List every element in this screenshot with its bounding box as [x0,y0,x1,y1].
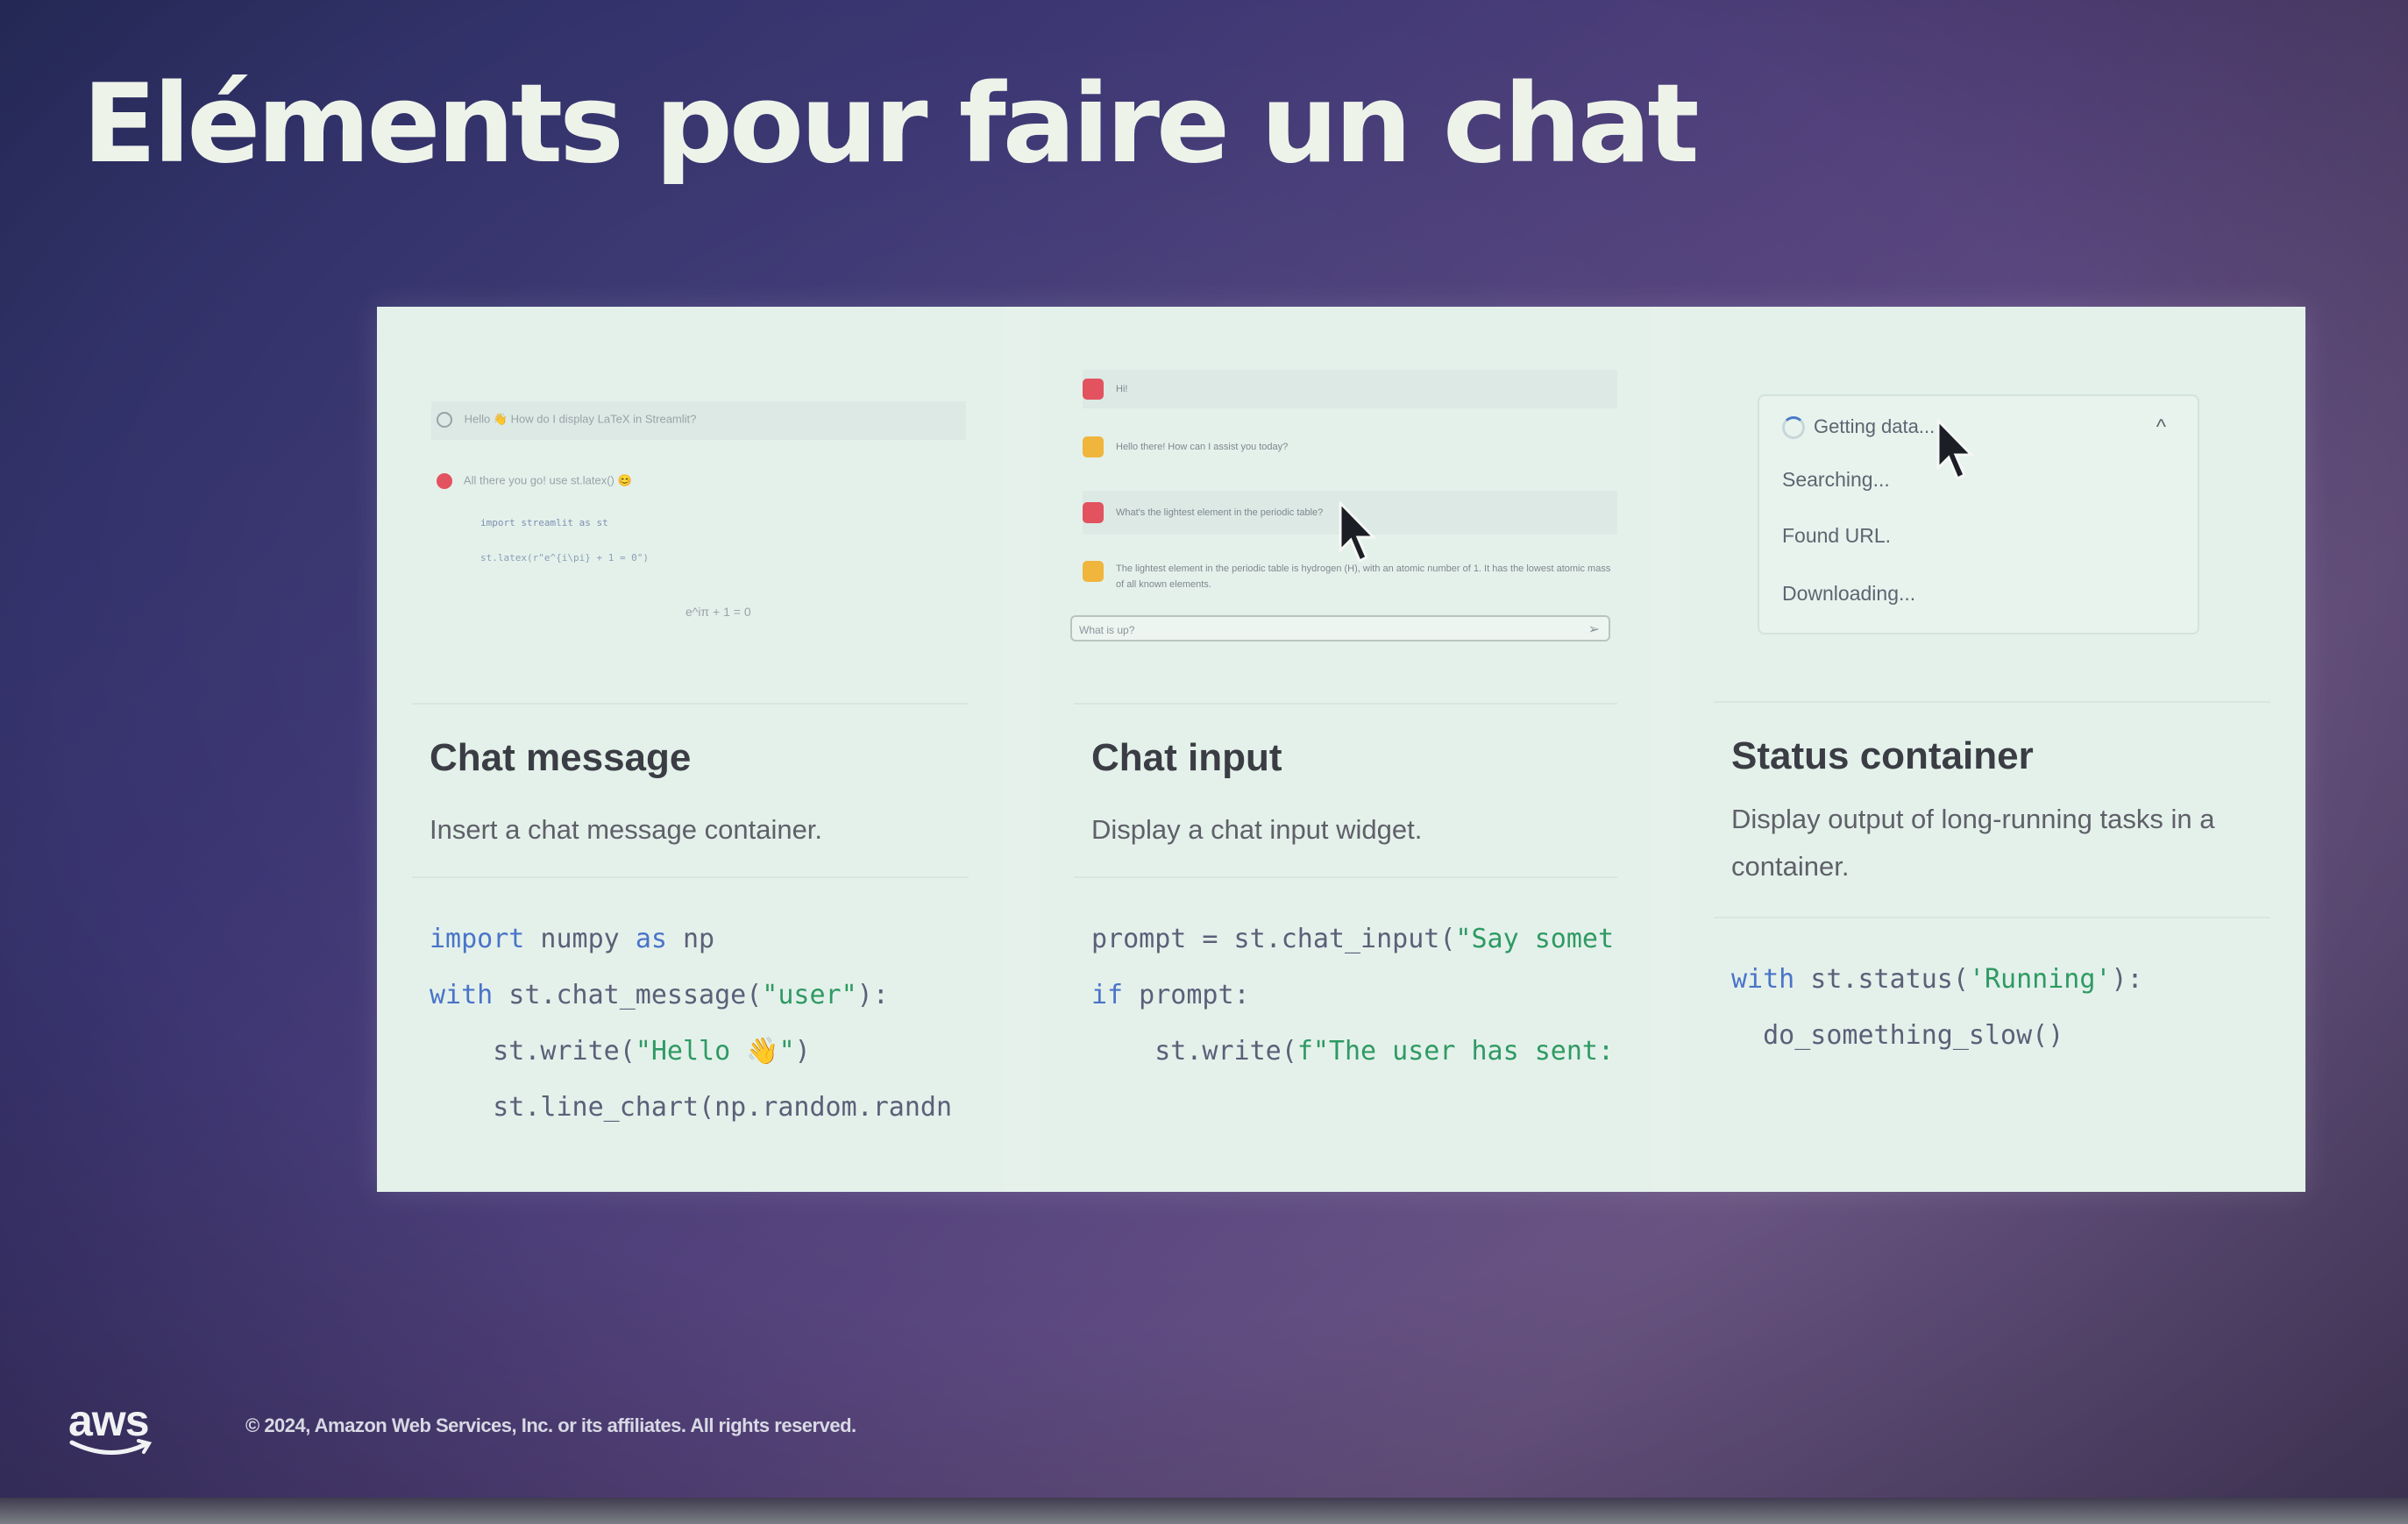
preview-code-line-2: st.latex(r"e^{i\pi} + 1 = 0") [480,552,650,564]
user-message-text: Hello 👋 How do I display LaTeX in Stream… [464,412,697,426]
chat-row-text: Hello there! How can I assist you today? [1116,442,1289,452]
divider [412,876,969,878]
mouse-pointer-icon [1339,501,1377,564]
face-icon [1083,379,1104,400]
assistant-message: All there you go! use st.latex() 😊 [437,473,632,489]
card-title: Chat input [1091,736,1282,779]
slide-title: Eléments pour faire un chat [82,61,1700,188]
divider [412,703,969,705]
robot-icon [437,473,452,489]
status-step: Found URL. [1782,524,1892,547]
chat-input-placeholder: What is up? [1079,624,1135,636]
copyright-footer: © 2024, Amazon Web Services, Inc. or its… [245,1414,856,1436]
card-description: Insert a chat message container. [430,814,823,845]
assistant-message-text: All there you go! use st.latex() 😊 [463,473,632,487]
chat-row-bot: The lightest element in the periodic tab… [1083,561,1617,592]
send-icon[interactable]: ➢ [1588,617,1600,643]
chat-row-bot: Hello there! How can I assist you today? [1083,436,1617,458]
chat-input-preview: Hi! Hello there! How can I assist you to… [1039,307,1652,701]
chat-row-text: What's the lightest element in the perio… [1116,507,1324,518]
chat-input-card[interactable]: Hi! Hello there! How can I assist you to… [1039,307,1652,1192]
chat-row-text: Hi! [1116,384,1128,394]
face-icon [1083,502,1104,524]
mouse-pointer-icon [1936,419,1975,481]
card-description: Display output of long-running tasks in … [1731,804,2215,882]
code-snippet: prompt = st.chat_input("Say somet if pro… [1091,924,1615,1067]
code-snippet: with st.status('Running'): do_something_… [1731,964,2143,1051]
card-description: Display a chat input widget. [1091,814,1423,845]
divider [1074,703,1617,705]
status-container-card[interactable]: Getting data... ^ Searching... Found URL… [1679,307,2305,1192]
aws-smile-icon [69,1439,153,1455]
feature-panel: Hello 👋 How do I display LaTeX in Stream… [377,307,2305,1192]
screen-bottom-edge [0,1498,2408,1524]
user-message: Hello 👋 How do I display LaTeX in Stream… [437,412,696,428]
chevron-up-icon[interactable]: ^ [2156,415,2166,440]
status-box: Getting data... ^ Searching... Found URL… [1758,394,2199,634]
divider [1714,917,2270,918]
status-step: Downloading... [1782,582,1916,605]
status-header: Getting data... [1782,415,1936,440]
robot-icon [1083,436,1104,458]
preview-code-line-1: import streamlit as st [480,517,608,528]
chat-message-preview: Hello 👋 How do I display LaTeX in Stream… [377,307,1004,701]
card-title: Status container [1731,734,2034,777]
chat-row-text: The lightest element in the periodic tab… [1116,564,1611,590]
card-title: Chat message [430,736,692,779]
face-icon [437,412,452,428]
status-label: Getting data... [1814,415,1936,437]
divider [1074,876,1617,878]
chat-input-field[interactable]: What is up? ➢ [1070,615,1610,641]
robot-icon [1083,561,1104,582]
divider [1714,701,2270,703]
code-snippet: import numpy as np with st.chat_message(… [430,924,953,1123]
preview-formula: e^iπ + 1 = 0 [685,605,751,619]
chat-row-user: Hi! [1083,370,1617,408]
spinner-icon [1782,416,1805,440]
chat-message-card[interactable]: Hello 👋 How do I display LaTeX in Stream… [377,307,1004,1192]
status-container-preview: Getting data... ^ Searching... Found URL… [1679,307,2305,701]
status-step: Searching... [1782,468,1890,491]
